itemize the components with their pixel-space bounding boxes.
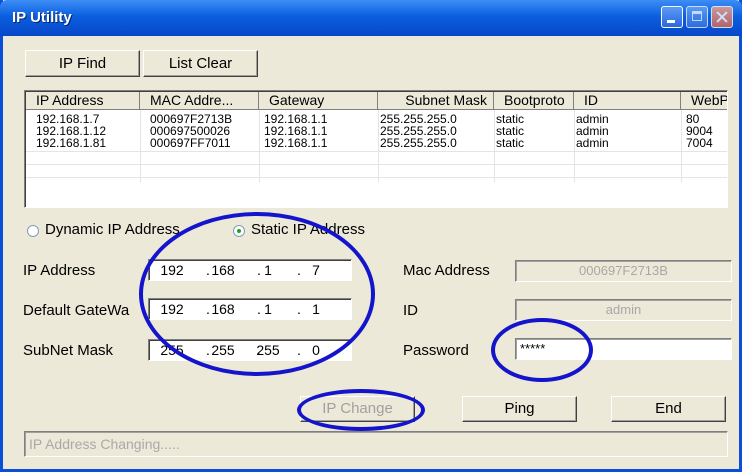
title-bar[interactable]: IP Utility (0, 0, 742, 36)
column-header-mac[interactable]: MAC Addre... (140, 92, 259, 110)
column-header-bootproto[interactable]: Bootproto (494, 92, 574, 110)
subnet-octet-3[interactable]: 255 (251, 341, 285, 359)
close-button[interactable] (711, 6, 733, 28)
gateway-octet-2[interactable]: 168 (206, 300, 240, 318)
status-bar: IP Address Changing..... (24, 431, 728, 457)
cell-subnet: 255.255.255.0 (380, 136, 457, 150)
subnet-mask-input[interactable]: 255 . 255 . 255 . 0 (148, 339, 352, 361)
cell-webport: 7004 (686, 136, 713, 150)
password-input[interactable]: ***** (515, 338, 732, 360)
id-label: ID (403, 302, 418, 319)
gateway-octet-1[interactable]: 192 (155, 300, 189, 318)
id-field: admin (515, 299, 732, 321)
subnet-octet-1[interactable]: 255 (155, 341, 189, 359)
cell-gateway: 192.168.1.1 (264, 136, 328, 150)
ip-octet-1[interactable]: 192 (155, 261, 189, 279)
table-row[interactable]: 192.168.1.81 000697FF7011 192.168.1.1 25… (26, 136, 727, 150)
subnet-mask-label: SubNet Mask (23, 342, 114, 359)
cell-ip: 192.168.1.81 (36, 136, 107, 150)
minimize-button[interactable] (661, 6, 683, 28)
list-clear-button[interactable]: List Clear (143, 50, 258, 77)
column-header-ip[interactable]: IP Address (26, 92, 140, 110)
subnet-octet-2[interactable]: 255 (206, 341, 240, 359)
column-header-subnet[interactable]: Subnet Mask (378, 92, 494, 110)
default-gateway-input[interactable]: 192 . 168 . 1 . 1 (148, 298, 352, 320)
mac-address-label: Mac Address (403, 262, 490, 279)
ip-address-input[interactable]: 192 . 168 . 1 . 7 (148, 259, 352, 281)
window-title: IP Utility (12, 9, 72, 26)
default-gateway-label: Default GateWa (23, 302, 130, 319)
gateway-octet-4[interactable]: 1 (299, 300, 333, 318)
static-ip-label[interactable]: Static IP Address (251, 221, 365, 238)
ip-address-label: IP Address (23, 262, 96, 279)
ip-octet-3[interactable]: 1 (251, 261, 285, 279)
maximize-button[interactable] (686, 6, 708, 28)
subnet-octet-4[interactable]: 0 (299, 341, 333, 359)
table-row[interactable]: 192.168.1.7 000697F2713B 192.168.1.1 255… (26, 113, 727, 125)
password-label: Password (403, 342, 469, 359)
ip-octet-4[interactable]: 7 (299, 261, 333, 279)
ip-utility-window: IP Utility IP Find List Clear IP Address… (0, 0, 742, 472)
cell-id: admin (576, 136, 609, 150)
column-header-gateway[interactable]: Gateway (259, 92, 378, 110)
column-header-id[interactable]: ID (574, 92, 681, 110)
table-row[interactable]: 192.168.1.12 000697500026 192.168.1.1 25… (26, 125, 727, 137)
dynamic-ip-radio[interactable] (27, 225, 39, 237)
device-list[interactable]: IP Address MAC Addre... Gateway Subnet M… (24, 90, 728, 208)
ping-button[interactable]: Ping (462, 396, 577, 422)
dynamic-ip-label[interactable]: Dynamic IP Address (45, 221, 180, 238)
static-ip-radio[interactable] (233, 225, 245, 237)
gateway-octet-3[interactable]: 1 (251, 300, 285, 318)
ip-octet-2[interactable]: 168 (206, 261, 240, 279)
mac-address-field: 000697F2713B (515, 260, 732, 282)
column-header-webport[interactable]: WebP (681, 92, 727, 110)
ip-find-button[interactable]: IP Find (25, 50, 140, 77)
ip-change-button[interactable]: IP Change (300, 396, 415, 422)
cell-mac: 000697FF7011 (150, 136, 231, 150)
end-button[interactable]: End (611, 396, 726, 422)
cell-bootproto: static (496, 136, 525, 150)
